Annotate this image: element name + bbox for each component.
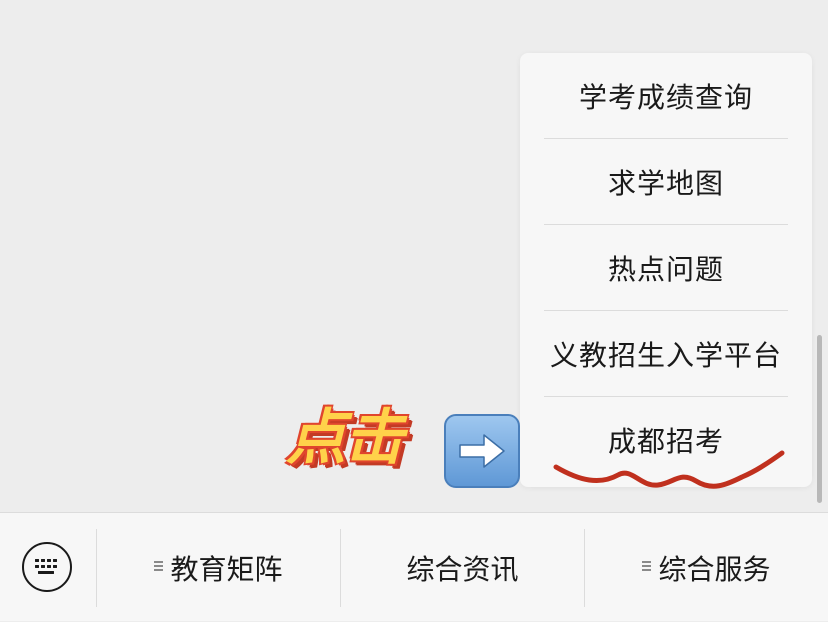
tab-label: 综合服务 [658, 552, 771, 586]
tab-education-matrix[interactable]: 教育矩阵 [97, 513, 340, 622]
right-arrow-icon [444, 414, 520, 488]
tab-label: 综合资讯 [406, 552, 519, 586]
click-annotation: 点击 [286, 408, 526, 492]
bottom-menu-bar: 教育矩阵 综合资讯 综合服务 [0, 512, 828, 621]
submenu-indicator-icon [154, 560, 164, 572]
keyboard-toggle-button[interactable] [22, 542, 72, 592]
menu-item-score-query[interactable]: 学考成绩查询 [520, 53, 812, 139]
tab-general-services[interactable]: 综合服务 [585, 513, 828, 622]
menu-item-label: 学考成绩查询 [578, 81, 753, 114]
menu-item-enrollment-platform[interactable]: 义教招生入学平台 [520, 311, 812, 397]
menu-item-label: 求学地图 [607, 167, 724, 200]
tab-label: 教育矩阵 [170, 552, 283, 586]
click-annotation-text: 点击 [286, 403, 404, 473]
menu-item-study-map[interactable]: 求学地图 [520, 139, 812, 225]
menu-item-hot-questions[interactable]: 热点问题 [520, 225, 812, 311]
menu-item-label: 热点问题 [607, 253, 724, 286]
keyboard-icon [35, 559, 57, 574]
scrollbar-thumb[interactable] [817, 335, 822, 503]
squiggle-underline [553, 450, 785, 489]
menu-item-label: 义教招生入学平台 [549, 339, 782, 372]
submenu-indicator-icon [642, 560, 652, 572]
tab-general-news[interactable]: 综合资讯 [341, 513, 584, 622]
submenu-popup: 学考成绩查询 求学地图 热点问题 义教招生入学平台 成都招考 [520, 53, 812, 487]
